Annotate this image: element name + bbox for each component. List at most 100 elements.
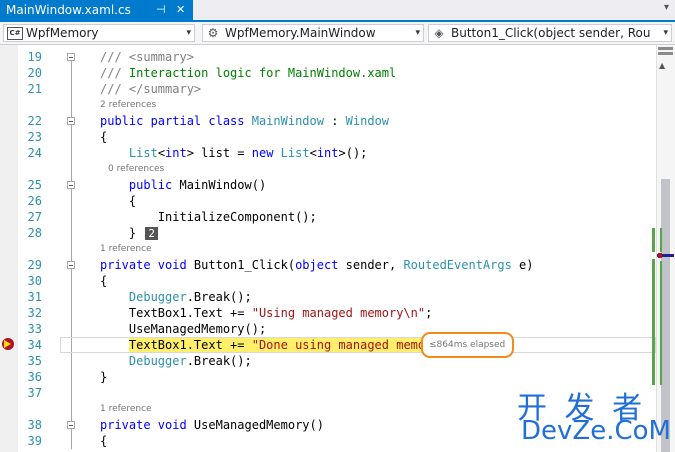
code-token: {: [100, 194, 137, 208]
perftip-elapsed[interactable]: ≤864ms elapsed: [421, 332, 514, 358]
code-token: void: [157, 418, 194, 432]
code-text: {: [100, 433, 107, 449]
code-token: ;: [425, 306, 433, 320]
collapse-icon[interactable]: [67, 117, 75, 125]
tab-list-dropdown-icon[interactable]: ▾: [664, 2, 669, 13]
scroll-up-icon[interactable]: ▲: [659, 61, 665, 70]
code-token: > list =: [186, 146, 252, 160]
class-icon: ⚙: [207, 26, 219, 40]
code-line: 24 List<int> list = new List<int>();: [18, 145, 656, 161]
code-token: Debugger: [128, 354, 187, 368]
member-dropdown[interactable]: ◈ Button1_Click(object sender, Routed...…: [428, 24, 672, 42]
code-editor[interactable]: 19 /// <summary> 20 /// Interaction logic f…: [0, 45, 675, 452]
code-token: <summary>: [128, 50, 194, 64]
code-line: 20 /// Interaction logic for MainWindow.x…: [18, 65, 656, 81]
tab-mainwindow-xaml-cs[interactable]: MainWindow.xaml.cs ⊣ ✕: [0, 0, 193, 20]
code-text: Debugger.Break();: [100, 289, 252, 305]
code-token: {: [100, 130, 108, 144]
code-token: {: [100, 434, 108, 448]
code-token: Button1_Click(: [193, 258, 296, 272]
collapse-icon[interactable]: [67, 261, 75, 269]
code-text: public MainWindow(): [100, 177, 266, 193]
breakpoint-margin[interactable]: [0, 45, 18, 452]
references-link[interactable]: 1 reference: [100, 401, 152, 417]
references-link[interactable]: 0 references: [108, 161, 164, 177]
line-number: 27: [27, 210, 42, 224]
csharp-project-icon: C#: [7, 27, 23, 40]
code-token: UseManagedMemory();: [100, 322, 267, 336]
code-text: UseManagedMemory();: [100, 321, 266, 337]
code-token: >();: [338, 146, 368, 160]
collapse-icon[interactable]: [67, 53, 75, 61]
pin-icon[interactable]: ⊣: [156, 0, 166, 20]
code-line: 22 public partial class MainWindow : Wind…: [18, 113, 656, 129]
line-number: 26: [27, 194, 42, 208]
scrollbar-thumb[interactable]: [661, 179, 670, 452]
change-indicator: [652, 228, 655, 252]
line-number: 29: [27, 258, 42, 272]
code-token: object: [295, 258, 346, 272]
code-text: TextBox1.Text += "Using managed memory\n…: [100, 305, 432, 321]
code-token: Debugger: [128, 290, 187, 304]
code-token: <: [157, 146, 166, 160]
line-number: 32: [27, 306, 42, 320]
code-token: InitializeComponent();: [100, 210, 317, 224]
code-token: e): [519, 258, 534, 272]
code-token: Window: [345, 114, 390, 128]
chevron-down-icon: ▾: [663, 28, 668, 38]
scrollbar-change-mark: [660, 261, 662, 385]
scrollbar-breakpoint-mark: [658, 253, 662, 258]
split-handle-icon[interactable]: [658, 47, 673, 57]
watermark-en: DevZe.CoM: [521, 416, 671, 446]
code-token: <: [309, 146, 317, 160]
code-token: partial: [150, 114, 209, 128]
code-token: .Break();: [186, 290, 252, 304]
code-text: InitializeComponent();: [100, 209, 317, 225]
breakpoint-current-statement-icon[interactable]: [2, 338, 14, 350]
code-text: /// Interaction logic for MainWindow.xam…: [100, 65, 396, 81]
project-dropdown[interactable]: C# WpfMemory ▾: [3, 24, 195, 42]
collapse-icon[interactable]: [67, 181, 75, 189]
navigation-bar: C# WpfMemory ▾ ⚙ WpfMemory.MainWindow ▾ …: [0, 22, 675, 45]
code-line: 35 Debugger.Break();: [18, 353, 656, 369]
code-line: 31 Debugger.Break();: [18, 289, 656, 305]
code-token: ///: [100, 50, 129, 64]
class-name: WpfMemory.MainWindow: [225, 26, 376, 40]
class-dropdown[interactable]: ⚙ WpfMemory.MainWindow ▾: [202, 24, 424, 42]
code-line: 21 /// </summary>: [18, 81, 656, 97]
change-indicator: [652, 259, 655, 385]
vertical-scrollbar[interactable]: ▲: [656, 45, 675, 452]
code-line: 32 TextBox1.Text += "Using managed memor…: [18, 305, 656, 321]
code-text: } 2: [100, 225, 158, 241]
code-text: private void UseManagedMemory(): [100, 417, 324, 433]
line-number: 39: [27, 434, 42, 448]
references-link[interactable]: 1 reference: [100, 241, 152, 257]
code-line: 26 {: [18, 193, 656, 209]
code-line: 33 UseManagedMemory();: [18, 321, 656, 337]
line-number: 25: [27, 178, 42, 192]
code-token: RoutedEventArgs: [403, 258, 520, 272]
code-token: UseManagedMemory(): [193, 418, 324, 432]
annotation-badge[interactable]: 2: [145, 227, 158, 240]
references-link[interactable]: 2 references: [100, 97, 156, 113]
line-number: 31: [27, 290, 42, 304]
collapse-icon[interactable]: [67, 421, 75, 429]
line-number: 24: [27, 146, 42, 160]
code-token: int: [316, 146, 339, 160]
code-text: /// </summary>: [100, 81, 201, 97]
code-token: {: [100, 274, 108, 288]
method-icon: ◈: [434, 26, 444, 40]
code-line: 30 {: [18, 273, 656, 289]
line-number: 21: [27, 82, 42, 96]
code-token: Interaction logic for MainWindow.xaml: [128, 66, 397, 80]
code-line: 27 InitializeComponent();: [18, 209, 656, 225]
current-line-frame: [60, 337, 656, 353]
close-icon[interactable]: ✕: [176, 0, 185, 20]
line-number: 20: [27, 66, 42, 80]
document-tab-bar: MainWindow.xaml.cs ⊣ ✕ ▾: [0, 0, 675, 22]
code-token: public: [128, 178, 180, 192]
code-line: 25 public MainWindow(): [18, 177, 656, 193]
line-number: 30: [27, 274, 42, 288]
